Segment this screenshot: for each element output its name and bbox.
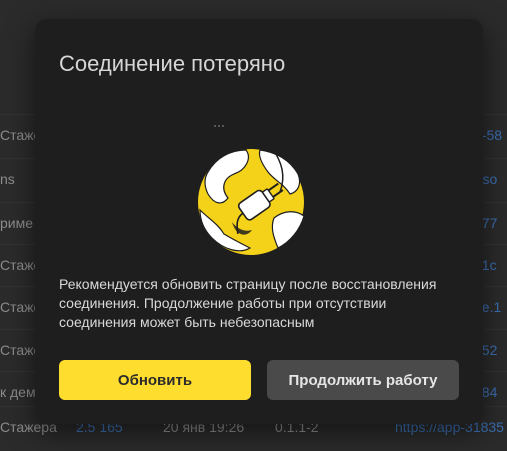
unplugged-globe-icon	[196, 122, 306, 257]
table-cell: риме	[0, 215, 34, 231]
dialog-message: Рекомендуется обновить страницу после во…	[59, 276, 437, 330]
connection-lost-dialog: Соединение потеряно Рекомендуется обнови…	[35, 19, 483, 424]
table-cell: ns	[0, 171, 15, 187]
continue-work-button[interactable]: Продолжить работу	[267, 360, 459, 400]
refresh-button[interactable]: Обновить	[59, 360, 251, 400]
dialog-title: Соединение потеряно	[59, 51, 286, 76]
